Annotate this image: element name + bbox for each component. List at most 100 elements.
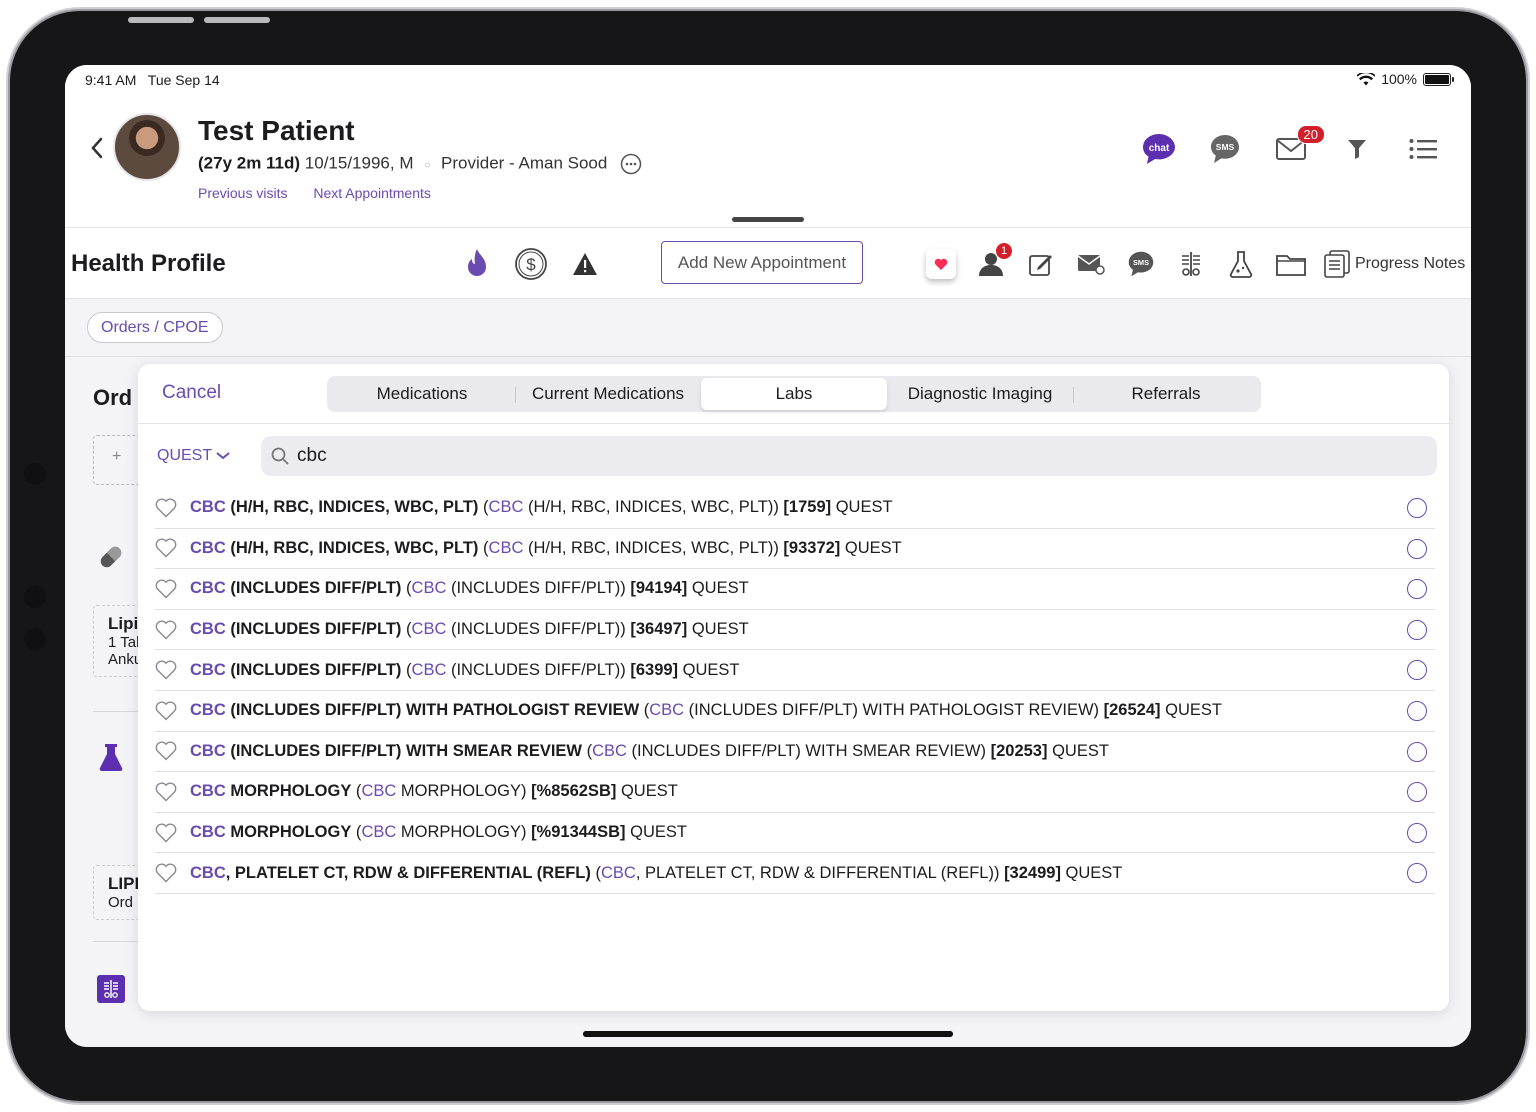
- tab-diagnostic-imaging[interactable]: Diagnostic Imaging: [887, 378, 1073, 410]
- result-name: (H/H, RBC, INDICES, WBC, PLT): [225, 498, 479, 517]
- select-radio[interactable]: [1407, 619, 1427, 640]
- lab-result-row[interactable]: CBC (INCLUDES DIFF/PLT) (CBC (INCLUDES D…: [155, 569, 1435, 610]
- chat-button[interactable]: chat: [1141, 131, 1177, 167]
- select-radio[interactable]: [1407, 660, 1427, 681]
- health-profile-toolbar: Health Profile $ Add New Appointment 1 S…: [65, 227, 1471, 299]
- add-new-appointment-button[interactable]: Add New Appointment: [661, 241, 863, 284]
- chevron-down-icon: [216, 452, 230, 460]
- favorite-heart-icon[interactable]: [155, 701, 177, 721]
- xray-button[interactable]: [1173, 246, 1209, 282]
- more-options-icon[interactable]: [620, 153, 642, 175]
- billing-button[interactable]: $: [513, 246, 549, 282]
- menu-button[interactable]: [1405, 131, 1441, 167]
- lab-result-row[interactable]: CBC (INCLUDES DIFF/PLT) (CBC (INCLUDES D…: [155, 610, 1435, 651]
- select-radio[interactable]: [1407, 782, 1427, 803]
- result-name: (INCLUDES DIFF/PLT): [225, 660, 402, 679]
- lab-result-row[interactable]: CBC, PLATELET CT, RDW & DIFFERENTIAL (RE…: [155, 853, 1435, 894]
- previous-visits-link[interactable]: Previous visits: [198, 185, 287, 201]
- dollar-circle-icon: $: [515, 248, 547, 280]
- patient-info: (27y 2m 11d) 10/15/1996, M ○ Provider - …: [198, 153, 642, 175]
- favorite-heart-icon[interactable]: [155, 863, 177, 883]
- tab-referrals[interactable]: Referrals: [1073, 378, 1259, 410]
- message-button[interactable]: [1073, 246, 1109, 282]
- select-radio[interactable]: [1407, 498, 1427, 518]
- lab-result-row[interactable]: CBC (INCLUDES DIFF/PLT) WITH SMEAR REVIE…: [155, 732, 1435, 773]
- note-edit-button[interactable]: [1023, 246, 1059, 282]
- orders-bar: Orders / CPOE: [65, 299, 1471, 357]
- lab-result-row[interactable]: CBC (H/H, RBC, INDICES, WBC, PLT) (CBC (…: [155, 488, 1435, 529]
- mail-button[interactable]: 20: [1273, 125, 1325, 167]
- result-code: [6399]: [630, 660, 679, 679]
- favorite-heart-icon[interactable]: [155, 782, 177, 802]
- next-appointments-link[interactable]: Next Appointments: [313, 185, 431, 201]
- lab-result-row[interactable]: CBC MORPHOLOGY (CBC MORPHOLOGY) [%91344S…: [155, 813, 1435, 854]
- separator-dot: ○: [424, 160, 431, 172]
- side-sensor: [24, 586, 46, 608]
- alert-button[interactable]: [567, 246, 603, 282]
- patient-dob-sex: 10/15/1996, M: [304, 153, 414, 173]
- lab-result-row[interactable]: CBC (INCLUDES DIFF/PLT) (CBC (INCLUDES D…: [155, 650, 1435, 691]
- result-match: CBC: [190, 498, 226, 517]
- result-lab: QUEST: [1165, 701, 1222, 720]
- order-type-tabs: Medications Current Medications Labs Dia…: [327, 376, 1261, 412]
- result-name: MORPHOLOGY: [225, 782, 352, 801]
- select-radio[interactable]: [1407, 863, 1427, 884]
- tab-labs[interactable]: Labs: [701, 378, 887, 410]
- favorite-heart-icon[interactable]: [155, 579, 177, 599]
- result-code: [%8562SB]: [531, 782, 617, 801]
- result-code: [%91344SB]: [531, 823, 626, 842]
- select-radio[interactable]: [1407, 538, 1427, 559]
- result-alt-name: MORPHOLOGY): [396, 782, 527, 801]
- result-lab: QUEST: [682, 660, 740, 679]
- search-input[interactable]: [297, 445, 1197, 467]
- favorite-heart-icon[interactable]: [155, 660, 177, 680]
- sms-toolbar-button[interactable]: SMS: [1123, 246, 1159, 282]
- drag-handle[interactable]: [732, 217, 804, 222]
- status-bar: 9:41 AM Tue Sep 14 100%: [65, 65, 1471, 95]
- favorite-heart-icon[interactable]: [155, 823, 177, 843]
- filter-button[interactable]: [1339, 131, 1375, 167]
- svg-text:SMS: SMS: [1216, 142, 1235, 152]
- result-name: (INCLUDES DIFF/PLT): [225, 620, 402, 639]
- orders-heading: Ord: [93, 385, 133, 410]
- select-radio[interactable]: [1407, 741, 1427, 762]
- side-sensor: [24, 463, 46, 485]
- status-date: Tue Sep 14: [147, 72, 220, 88]
- favorite-heart-icon[interactable]: [155, 741, 177, 761]
- tab-medications[interactable]: Medications: [329, 378, 515, 410]
- lab-result-row[interactable]: CBC (INCLUDES DIFF/PLT) WITH PATHOLOGIST…: [155, 691, 1435, 732]
- lab-provider-dropdown[interactable]: QUEST: [157, 447, 230, 465]
- result-lab: QUEST: [691, 579, 749, 598]
- orders-cpoe-chip[interactable]: Orders / CPOE: [87, 312, 223, 343]
- chat-bubble-icon: chat: [1143, 134, 1175, 164]
- health-button[interactable]: [923, 246, 959, 282]
- result-code: [20253]: [990, 741, 1048, 760]
- select-radio[interactable]: [1407, 700, 1427, 721]
- favorite-heart-icon[interactable]: [155, 538, 177, 558]
- result-match: CBC: [190, 782, 226, 801]
- progress-notes-button[interactable]: Progress Notes: [1323, 249, 1465, 279]
- sms-button[interactable]: SMS: [1207, 131, 1243, 167]
- volume-button: [128, 17, 194, 23]
- result-match: CBC: [190, 741, 226, 760]
- svg-text:$: $: [526, 255, 536, 274]
- lab-result-row[interactable]: CBC MORPHOLOGY (CBC MORPHOLOGY) [%8562SB…: [155, 772, 1435, 813]
- cancel-button[interactable]: Cancel: [162, 382, 221, 404]
- favorite-heart-icon[interactable]: [155, 498, 177, 518]
- tab-current-medications[interactable]: Current Medications: [515, 378, 701, 410]
- lab-results-list: CBC (H/H, RBC, INDICES, WBC, PLT) (CBC (…: [155, 488, 1435, 894]
- flame-button[interactable]: [459, 246, 495, 282]
- patient-avatar[interactable]: [113, 113, 181, 181]
- visit-links: Previous visits Next Appointments: [198, 185, 453, 201]
- person-button[interactable]: 1: [973, 242, 1013, 282]
- lab-result-row[interactable]: CBC (H/H, RBC, INDICES, WBC, PLT) (CBC (…: [155, 529, 1435, 570]
- result-match-alt: CBC: [649, 701, 685, 720]
- result-alt-name: (H/H, RBC, INDICES, WBC, PLT)): [523, 538, 779, 557]
- documents-button[interactable]: [1273, 246, 1309, 282]
- lab-button[interactable]: [1223, 246, 1259, 282]
- select-radio[interactable]: [1407, 579, 1427, 600]
- home-indicator-bar[interactable]: [583, 1031, 953, 1037]
- back-chevron-icon[interactable]: [87, 133, 107, 163]
- select-radio[interactable]: [1407, 822, 1427, 843]
- favorite-heart-icon[interactable]: [155, 620, 177, 640]
